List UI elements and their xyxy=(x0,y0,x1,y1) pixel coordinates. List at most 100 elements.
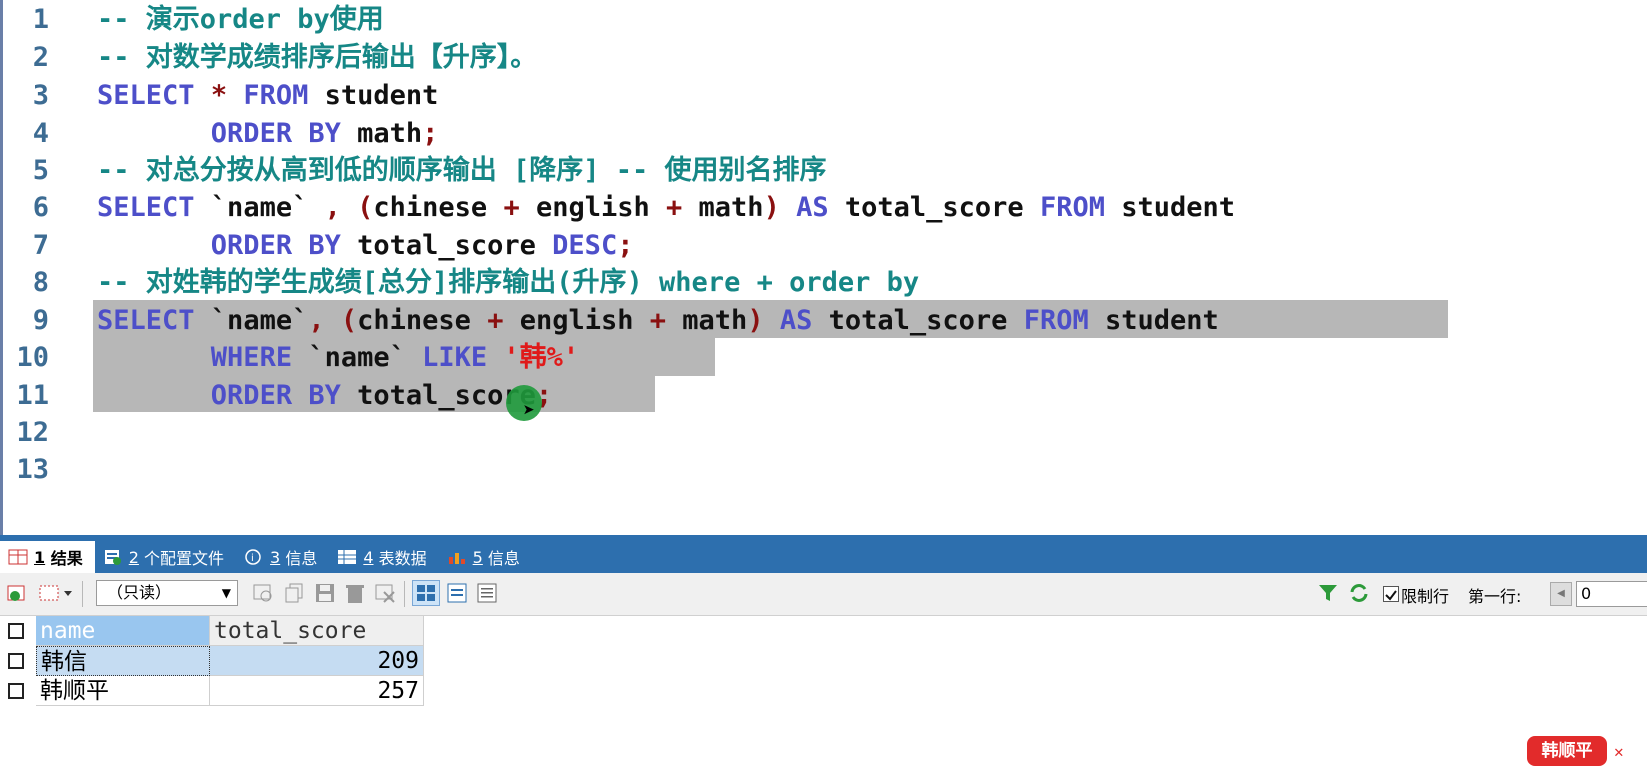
tab-info-label: 信息 xyxy=(285,549,318,568)
tab-profiles-num: 2 xyxy=(128,547,139,567)
tab-info-2-label: 信息 xyxy=(487,549,520,568)
code-token: ) xyxy=(763,192,780,223)
line-number: 2 xyxy=(32,42,49,73)
code-token: SELECT xyxy=(97,80,195,111)
cancel-changes-icon[interactable] xyxy=(374,582,396,604)
code-token: `name` xyxy=(194,192,325,223)
line-number: 7 xyxy=(32,230,49,261)
code-token: , xyxy=(308,305,325,336)
tab-table-data-label: 表数据 xyxy=(378,549,427,568)
table-row[interactable]: 韩顺平 257 xyxy=(0,676,424,706)
code-token: AS xyxy=(796,192,829,223)
add-row-icon[interactable] xyxy=(6,582,28,604)
tab-table-data[interactable]: 4 表数据 xyxy=(329,541,438,573)
info-icon: i xyxy=(244,549,264,565)
code-text: ORDER BY total_score; xyxy=(97,376,552,415)
code-token: + xyxy=(503,192,520,223)
code-text: ORDER BY math; xyxy=(97,114,439,153)
tab-info-num: 3 xyxy=(270,547,281,567)
column-header-name[interactable]: name xyxy=(36,616,210,646)
save-icon[interactable] xyxy=(314,582,336,604)
code-token: ORDER BY xyxy=(210,118,341,149)
toolbar-separator xyxy=(82,581,83,607)
cell-name[interactable]: 韩信 xyxy=(36,646,210,676)
row-checkbox[interactable] xyxy=(8,683,24,699)
tab-info[interactable]: i 3 信息 xyxy=(236,541,329,573)
code-token: english xyxy=(503,305,650,336)
result-toolbar: （只读） ▼ 限制行 第一行: ◀ 0 xyxy=(0,573,1647,616)
form-view-icon[interactable] xyxy=(446,582,468,604)
code-token: + xyxy=(487,305,504,336)
cell-name[interactable]: 韩顺平 xyxy=(36,676,210,706)
line-number: 11 xyxy=(16,380,49,411)
code-text: SELECT `name` , (chinese + english + mat… xyxy=(97,188,1235,227)
tab-results-label: 结果 xyxy=(50,549,83,568)
delete-icon[interactable] xyxy=(344,582,366,604)
code-token: , xyxy=(324,192,341,223)
limit-rows-label: 限制行 xyxy=(1401,587,1450,606)
code-token: ; xyxy=(617,230,634,261)
sql-editor[interactable]: 1 -- 演示order by使用 2 -- 对数学成绩排序后输出【升序】。 3 SELE… xyxy=(0,0,1647,535)
user-watermark-badge: 韩顺平 xyxy=(1527,736,1607,766)
tab-info-2[interactable]: 5 信息 xyxy=(439,541,532,573)
code-token: SELECT xyxy=(97,192,195,223)
code-text: -- 对数学成绩排序后输出【升序】。 xyxy=(97,38,537,77)
first-row-input[interactable]: 0 xyxy=(1576,581,1647,607)
table-row[interactable]: 韩信 209 xyxy=(0,646,424,676)
column-header-total-score[interactable]: total_score xyxy=(210,616,424,646)
table-icon xyxy=(337,549,357,565)
code-token: DESC xyxy=(552,230,618,261)
code-text: -- 对姓韩的学生成绩[总分]排序输出(升序) where + order by xyxy=(97,263,919,302)
refresh-grid-icon[interactable] xyxy=(252,582,274,604)
tab-profiles-label: 个配置文件 xyxy=(144,549,225,568)
code-token: ( xyxy=(340,305,358,336)
code-token: chinese xyxy=(357,305,488,336)
code-token: SELECT xyxy=(97,305,195,336)
line-number: 4 xyxy=(32,118,49,149)
code-token: math xyxy=(340,118,423,149)
limit-rows-checkbox[interactable] xyxy=(1383,586,1399,602)
code-text: -- 对总分按从高到低的顺序输出 [降序] -- 使用别名排序 xyxy=(97,151,827,190)
code-token: LIKE xyxy=(422,342,488,373)
select-all-checkbox[interactable] xyxy=(8,623,24,639)
filter-icon[interactable] xyxy=(1317,582,1339,604)
first-row-label: 第一行: xyxy=(1468,587,1522,606)
code-token: FROM xyxy=(243,80,309,111)
code-token: FROM xyxy=(1023,305,1089,336)
prev-page-button[interactable]: ◀ xyxy=(1550,582,1572,606)
cell-total-score[interactable]: 257 xyxy=(210,676,424,706)
text-view-icon[interactable] xyxy=(476,582,498,604)
grid-view-icon[interactable] xyxy=(412,580,440,606)
line-number: 13 xyxy=(16,454,49,485)
code-text: SELECT * FROM student xyxy=(97,76,438,115)
code-token: -- 演示order by使用 xyxy=(97,4,384,35)
grid-icon xyxy=(8,549,28,565)
toolbar-separator xyxy=(404,581,405,607)
code-token: student xyxy=(1088,305,1219,336)
export-dropdown-icon[interactable] xyxy=(38,582,74,604)
result-tabbar: 1 结果 2 个配置文件 i 3 信息 4 表数据 5 信息 xyxy=(0,535,1647,573)
code-token: + xyxy=(649,305,667,336)
tab-profiles[interactable]: 2 个配置文件 xyxy=(95,541,236,573)
tab-info-2-num: 5 xyxy=(472,547,483,567)
code-token: total_score xyxy=(828,192,1040,223)
grid-header-row: name total_score xyxy=(0,616,424,646)
duplicate-row-icon[interactable] xyxy=(284,582,306,604)
edit-mode-value: （只读） xyxy=(107,583,172,602)
row-checkbox[interactable] xyxy=(8,653,24,669)
code-token: `name` xyxy=(292,342,423,373)
code-token: ; xyxy=(422,118,439,149)
cell-total-score[interactable]: 209 xyxy=(210,646,424,676)
mouse-pointer-icon: ➤ xyxy=(523,398,536,422)
code-token: AS xyxy=(779,305,813,336)
tab-results[interactable]: 1 结果 xyxy=(0,541,95,573)
code-token: ( xyxy=(357,192,374,223)
code-token: ORDER BY xyxy=(210,230,341,261)
refresh-icon[interactable] xyxy=(1348,582,1370,604)
edit-mode-select[interactable]: （只读） ▼ xyxy=(96,580,238,606)
code-token: ORDER BY xyxy=(210,380,341,411)
code-token: total_score xyxy=(812,305,1024,336)
